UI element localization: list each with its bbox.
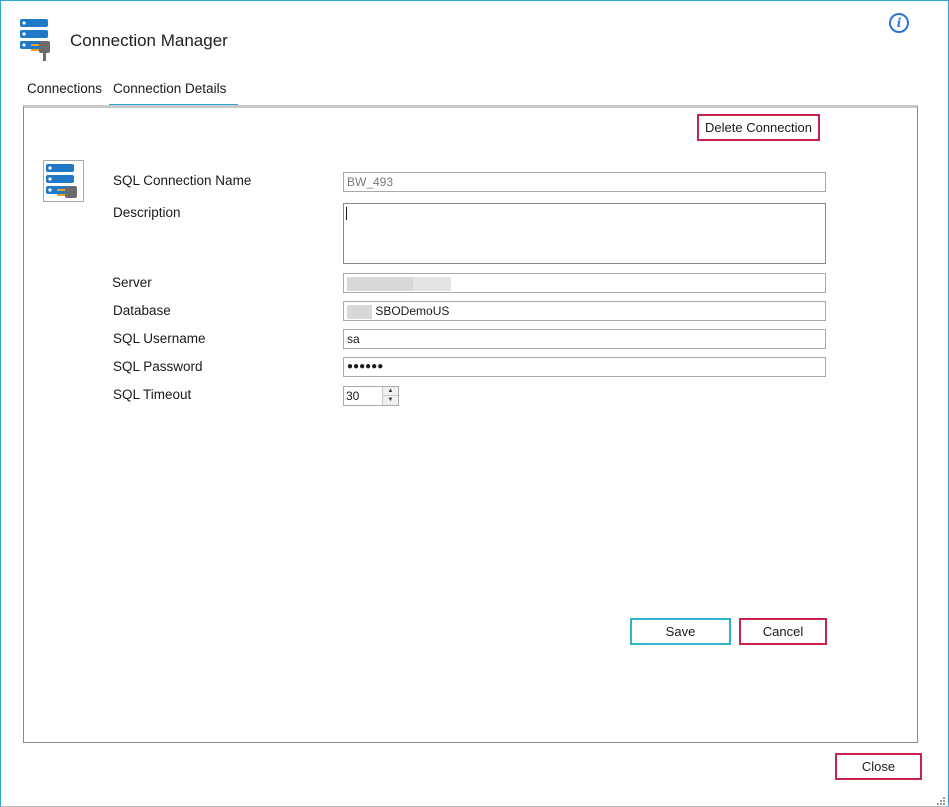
database-label: Database (113, 303, 171, 318)
description-field[interactable] (343, 203, 826, 264)
redacted-block (347, 304, 372, 319)
window-title: Connection Manager (70, 31, 228, 50)
redacted-block (347, 276, 413, 291)
text-caret (346, 207, 347, 220)
database-value: SBODemoUS (375, 304, 450, 318)
connection-details-panel: Delete Connection SQL Connection Name De… (23, 105, 918, 743)
username-field[interactable]: sa (343, 329, 826, 349)
delete-connection-button[interactable]: Delete Connection (697, 114, 820, 141)
database-field[interactable]: SBODemoUS (343, 301, 826, 321)
timeout-stepper[interactable]: 30 ▲ ▼ (343, 386, 399, 406)
tab-connections[interactable]: Connections (27, 79, 102, 107)
timeout-value: 30 (346, 389, 360, 403)
redacted-block (413, 276, 451, 291)
tab-connection-details[interactable]: Connection Details (109, 79, 238, 107)
password-value: ●●●●●● (347, 361, 384, 372)
connection-name-field[interactable]: BW_493 (343, 172, 826, 192)
resize-grip-icon[interactable] (936, 794, 946, 805)
info-icon[interactable]: i (889, 13, 909, 33)
connection-manager-window: Connection Manager i Connections Connect… (0, 0, 949, 807)
stepper-down-icon[interactable]: ▼ (383, 396, 398, 405)
save-button[interactable]: Save (630, 618, 731, 645)
cancel-button[interactable]: Cancel (739, 618, 827, 645)
database-plug-icon (19, 18, 59, 62)
description-label: Description (113, 205, 181, 220)
password-field[interactable]: ●●●●●● (343, 357, 826, 377)
server-label: Server (112, 275, 152, 290)
timeout-label: SQL Timeout (113, 387, 192, 402)
connection-icon (43, 160, 84, 202)
password-label: SQL Password (113, 359, 203, 374)
stepper-arrows: ▲ ▼ (382, 387, 398, 405)
server-field[interactable] (343, 273, 826, 293)
connection-name-value: BW_493 (347, 175, 394, 189)
close-button[interactable]: Close (835, 753, 922, 780)
username-value: sa (347, 332, 360, 346)
connection-name-label: SQL Connection Name (113, 173, 252, 188)
stepper-up-icon[interactable]: ▲ (383, 387, 398, 396)
username-label: SQL Username (113, 331, 206, 346)
